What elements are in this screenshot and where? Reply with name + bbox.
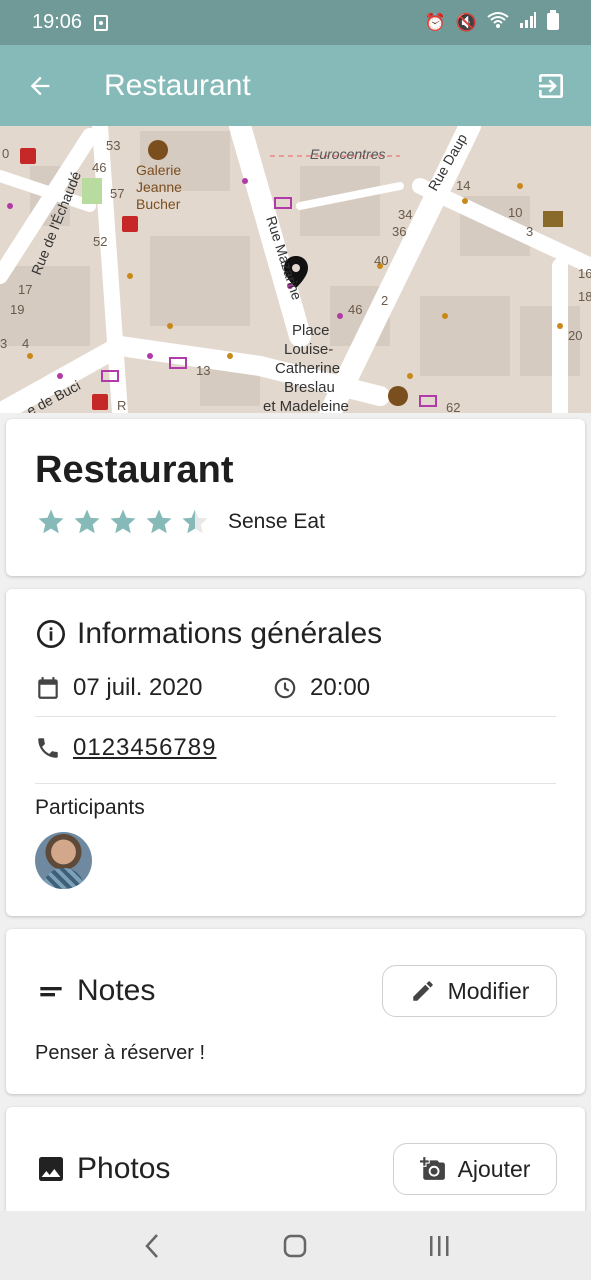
svg-text:53: 53 xyxy=(106,138,120,153)
chevron-left-icon xyxy=(145,1233,158,1258)
star-half-icon xyxy=(182,509,208,534)
add-photo-label: Ajouter xyxy=(457,1155,531,1182)
place-card: Restaurant Sense Eat xyxy=(6,419,585,576)
nav-back-button[interactable] xyxy=(122,1216,182,1276)
svg-text:Louise-: Louise- xyxy=(284,341,333,358)
svg-text:20: 20 xyxy=(568,328,582,343)
app-bar-title: Restaurant xyxy=(104,68,251,102)
home-icon xyxy=(284,1234,307,1257)
svg-text:4: 4 xyxy=(22,336,29,351)
svg-text:62: 62 xyxy=(446,400,460,413)
participant-avatar[interactable] xyxy=(35,832,92,889)
svg-text:14: 14 xyxy=(456,178,470,193)
notes-heading: Notes xyxy=(35,974,155,1008)
svg-text:3: 3 xyxy=(526,224,533,239)
phone-row[interactable]: 0123456789 xyxy=(35,734,216,762)
note-text: Penser à réserver ! xyxy=(35,1042,206,1064)
battery-icon xyxy=(547,10,559,35)
divider xyxy=(35,783,556,784)
place-subtitle: Sense Eat xyxy=(228,510,325,533)
back-button[interactable] xyxy=(0,45,80,126)
star-icon xyxy=(110,509,136,534)
nav-home-button[interactable] xyxy=(265,1216,325,1276)
event-date: 07 juil. 2020 xyxy=(73,674,203,701)
exit-icon xyxy=(539,73,563,98)
svg-text:16: 16 xyxy=(578,266,591,281)
svg-text:R: R xyxy=(117,398,126,413)
app-bar: Restaurant xyxy=(0,45,591,126)
map-label-eurocentres: Eurocentres xyxy=(310,146,385,162)
calendar-icon xyxy=(38,677,58,699)
star-icon xyxy=(74,509,100,534)
exit-button[interactable] xyxy=(511,45,591,126)
svg-text:19: 19 xyxy=(10,302,24,317)
photos-heading: Photos xyxy=(35,1152,170,1186)
svg-text:10: 10 xyxy=(508,205,522,220)
notes-heading-text: Notes xyxy=(77,974,156,1007)
status-time: 19:06 xyxy=(32,11,83,33)
add-photo-button[interactable]: Ajouter xyxy=(393,1143,557,1195)
svg-text:Place: Place xyxy=(292,322,330,339)
map-label-gallery: Galerie Jeanne Bucher xyxy=(136,162,182,212)
svg-text:Breslau: Breslau xyxy=(284,379,335,396)
svg-text:0: 0 xyxy=(2,146,9,161)
phone-link[interactable]: 0123456789 xyxy=(73,734,216,762)
status-icons: ⏰ 🔇 xyxy=(425,10,559,35)
place-title: Restaurant xyxy=(35,449,234,491)
image-icon xyxy=(39,1157,63,1181)
svg-text:40: 40 xyxy=(374,253,388,268)
svg-text:18: 18 xyxy=(578,289,591,304)
edit-notes-button[interactable]: Modifier xyxy=(382,965,557,1017)
star-icon xyxy=(38,509,64,534)
info-card: Informations générales 07 juil. 2020 20:… xyxy=(6,589,585,916)
notes-card: Notes Modifier Penser à réserver ! xyxy=(6,929,585,1094)
map-view[interactable]: Galerie Jeanne Bucher Eurocentres Rue Maza… xyxy=(0,126,591,413)
info-heading: Informations générales xyxy=(35,617,382,651)
wifi-icon xyxy=(487,11,509,34)
svg-text:17: 17 xyxy=(18,282,32,297)
svg-text:Catherine: Catherine xyxy=(275,360,340,377)
time-row: 20:00 xyxy=(272,674,370,702)
svg-text:3: 3 xyxy=(0,336,7,351)
pencil-icon xyxy=(412,981,433,1001)
divider xyxy=(35,716,556,717)
svg-text:13: 13 xyxy=(196,363,210,378)
svg-text:57: 57 xyxy=(110,186,124,201)
svg-text:et Madeleine: et Madeleine xyxy=(263,398,349,413)
alarm-icon: ⏰ xyxy=(424,12,446,32)
svg-text:36: 36 xyxy=(392,224,406,239)
svg-text:34: 34 xyxy=(398,207,412,222)
edit-notes-label: Modifier xyxy=(447,977,530,1004)
svg-text:52: 52 xyxy=(93,234,107,249)
system-nav-bar xyxy=(0,1211,591,1280)
signal-icon xyxy=(519,11,537,34)
info-icon xyxy=(37,620,65,648)
rating-stars xyxy=(36,507,210,537)
status-bar: 19:06 ⏰ 🔇 xyxy=(0,0,591,45)
svg-text:46: 46 xyxy=(92,160,106,175)
phone-icon xyxy=(38,738,58,758)
arrow-back-icon xyxy=(30,76,50,95)
recents-icon xyxy=(430,1235,449,1256)
nav-recents-button[interactable] xyxy=(409,1216,469,1276)
photos-heading-text: Photos xyxy=(77,1152,171,1185)
date-row: 07 juil. 2020 xyxy=(35,674,202,702)
event-time: 20:00 xyxy=(310,674,371,701)
svg-text:46: 46 xyxy=(348,302,362,317)
info-heading-text: Informations générales xyxy=(77,617,383,650)
mute-icon: 🔇 xyxy=(455,12,477,32)
notes-icon xyxy=(40,987,62,997)
participants-label: Participants xyxy=(35,796,145,819)
notification-icon xyxy=(94,14,109,31)
svg-text:2: 2 xyxy=(381,293,388,308)
clock-icon xyxy=(274,677,296,699)
star-icon xyxy=(146,509,172,534)
add-camera-icon xyxy=(419,1157,445,1180)
